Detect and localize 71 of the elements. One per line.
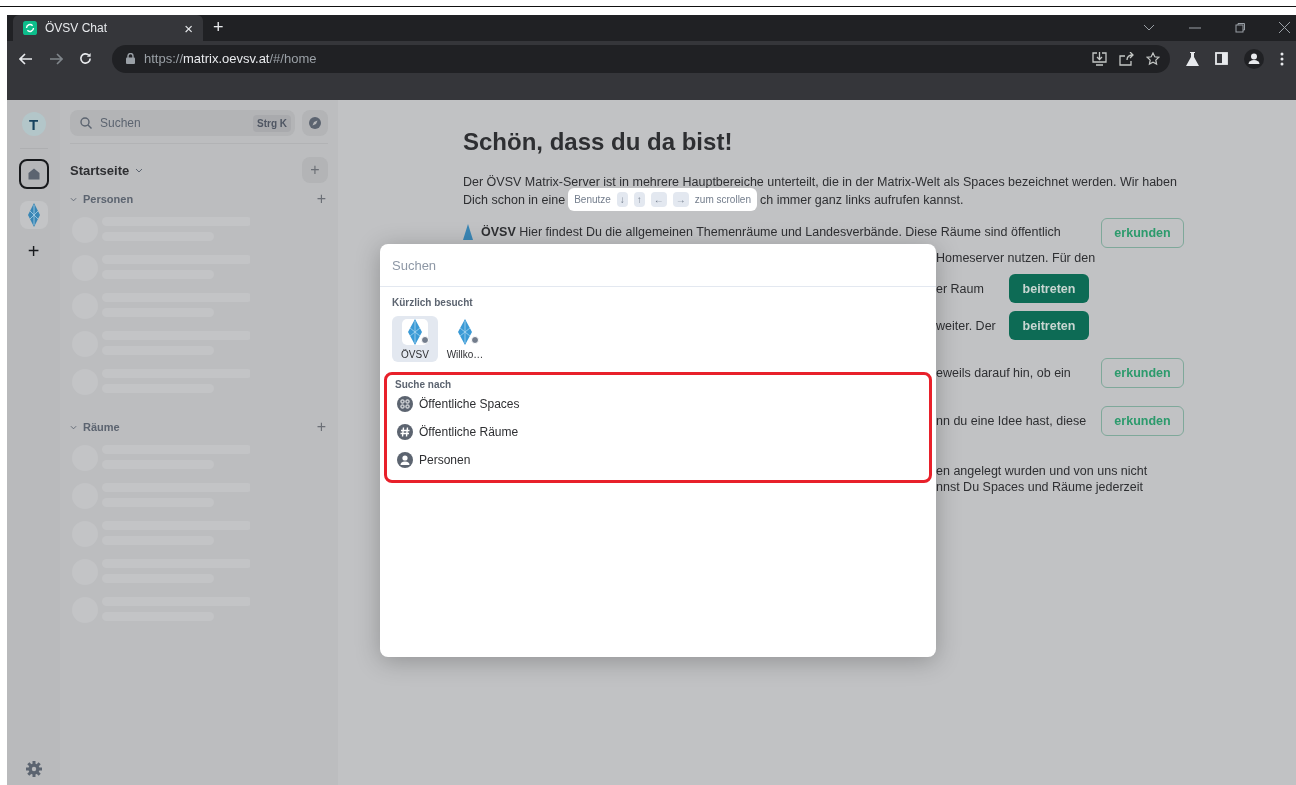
address-bar[interactable]: https://matrix.oevsv.at/#/home [112, 44, 1170, 73]
flask-icon[interactable] [1186, 51, 1199, 66]
forward-arrow-icon[interactable] [49, 52, 63, 65]
chevron-down-icon[interactable] [1143, 23, 1155, 32]
search-option[interactable]: Personen [387, 446, 929, 474]
description-text: weiter. Der [936, 318, 996, 334]
shortcut-badge: Strg K [253, 114, 291, 132]
home-heading[interactable]: Startseite [70, 162, 130, 178]
side-panel-icon[interactable] [1215, 52, 1228, 65]
person-icon [397, 452, 413, 468]
hash-icon [397, 424, 413, 440]
url-text: https://matrix.oevsv.at/#/home [144, 51, 317, 66]
share-icon[interactable] [1119, 51, 1134, 66]
diamond-logo-icon [463, 224, 473, 240]
install-icon[interactable] [1092, 51, 1107, 66]
browser-tab[interactable]: ÖVSV Chat × [13, 15, 203, 41]
diamond-logo-icon [27, 203, 40, 227]
menu-icon[interactable] [1280, 51, 1284, 66]
arrow-key: ← [650, 192, 667, 207]
tab-title: ÖVSV Chat [45, 21, 109, 35]
intro-text: ch immer ganz links aufrufen kannst. [760, 192, 964, 207]
close-tab-button[interactable]: × [184, 19, 193, 37]
welcome-heading: Schön, dass du da bist! [463, 128, 734, 156]
settings-icon[interactable] [25, 761, 42, 777]
minimize-icon[interactable] [1189, 26, 1201, 29]
section-title[interactable]: Räume [83, 421, 120, 433]
arrow-key: → [672, 192, 689, 207]
join-button[interactable]: beitreten [1009, 274, 1089, 303]
back-arrow-icon[interactable] [19, 52, 33, 65]
section-heading: Kürzlich besucht [391, 297, 474, 308]
section-heading: Suche nach [394, 379, 453, 390]
description-text: Homeserver nutzen. Für den [936, 250, 1097, 266]
grid-icon [397, 396, 413, 412]
star-icon[interactable] [1146, 51, 1160, 66]
add-space-button[interactable]: + [27, 241, 40, 261]
close-icon[interactable] [1279, 22, 1290, 33]
chat-app-icon [23, 21, 37, 35]
intro-text: Dich schon in eine [463, 192, 566, 207]
space-description: ÖVSV Hier findest Du die allgemeinen Themenräume und Landesverbände. Diese Räume sind öffentlich [481, 225, 1061, 239]
arrow-key: ↓ [616, 192, 628, 207]
new-tab-button[interactable]: + [213, 17, 224, 38]
explore-button[interactable] [302, 110, 328, 136]
search-icon [80, 117, 92, 129]
diamond-logo-icon [458, 318, 472, 345]
description-text: nn du eine Idee hast, diese [936, 413, 1087, 429]
description-text: er Raum [936, 281, 984, 297]
profile-icon[interactable] [1244, 48, 1264, 69]
description-text: en angelegt wurden und von uns nicht [936, 463, 1148, 479]
recent-room-tile[interactable]: ÖVSV [392, 316, 438, 362]
lock-icon [126, 53, 135, 64]
user-avatar[interactable]: T [21, 112, 46, 136]
tooltip-text: Benutze [574, 194, 611, 205]
join-button[interactable]: beitreten [1009, 311, 1089, 340]
tooltip-text: zum scrollen [694, 194, 751, 205]
diamond-logo-icon [408, 318, 422, 345]
recent-room-tile[interactable]: Willko… [442, 316, 488, 362]
arrow-key: ↑ [633, 192, 645, 207]
search-input[interactable]: Suchen [380, 244, 936, 287]
house-icon [27, 168, 40, 180]
section-title[interactable]: Personen [83, 193, 134, 205]
intro-text: Der ÖVSV Matrix-Server ist in mehrere Hauptbereiche unterteilt, die in der Matrix-Welt als Spaces bezeichnet werden. Wir haben [463, 174, 1178, 191]
description-text: nnst Du Spaces und Räume jederzeit [936, 479, 1145, 495]
chevron-down-icon[interactable] [135, 167, 144, 173]
compass-icon [309, 117, 321, 129]
search-option[interactable]: Öffentliche Spaces [387, 390, 929, 418]
description-text: eweils darauf hin, ob ein [936, 365, 1071, 381]
restore-icon[interactable] [1235, 22, 1245, 33]
search-option[interactable]: Öffentliche Räume [387, 418, 929, 446]
reload-icon[interactable] [79, 52, 92, 65]
home-button[interactable] [18, 159, 49, 189]
search-field[interactable]: Suchen Strg K [70, 110, 295, 136]
